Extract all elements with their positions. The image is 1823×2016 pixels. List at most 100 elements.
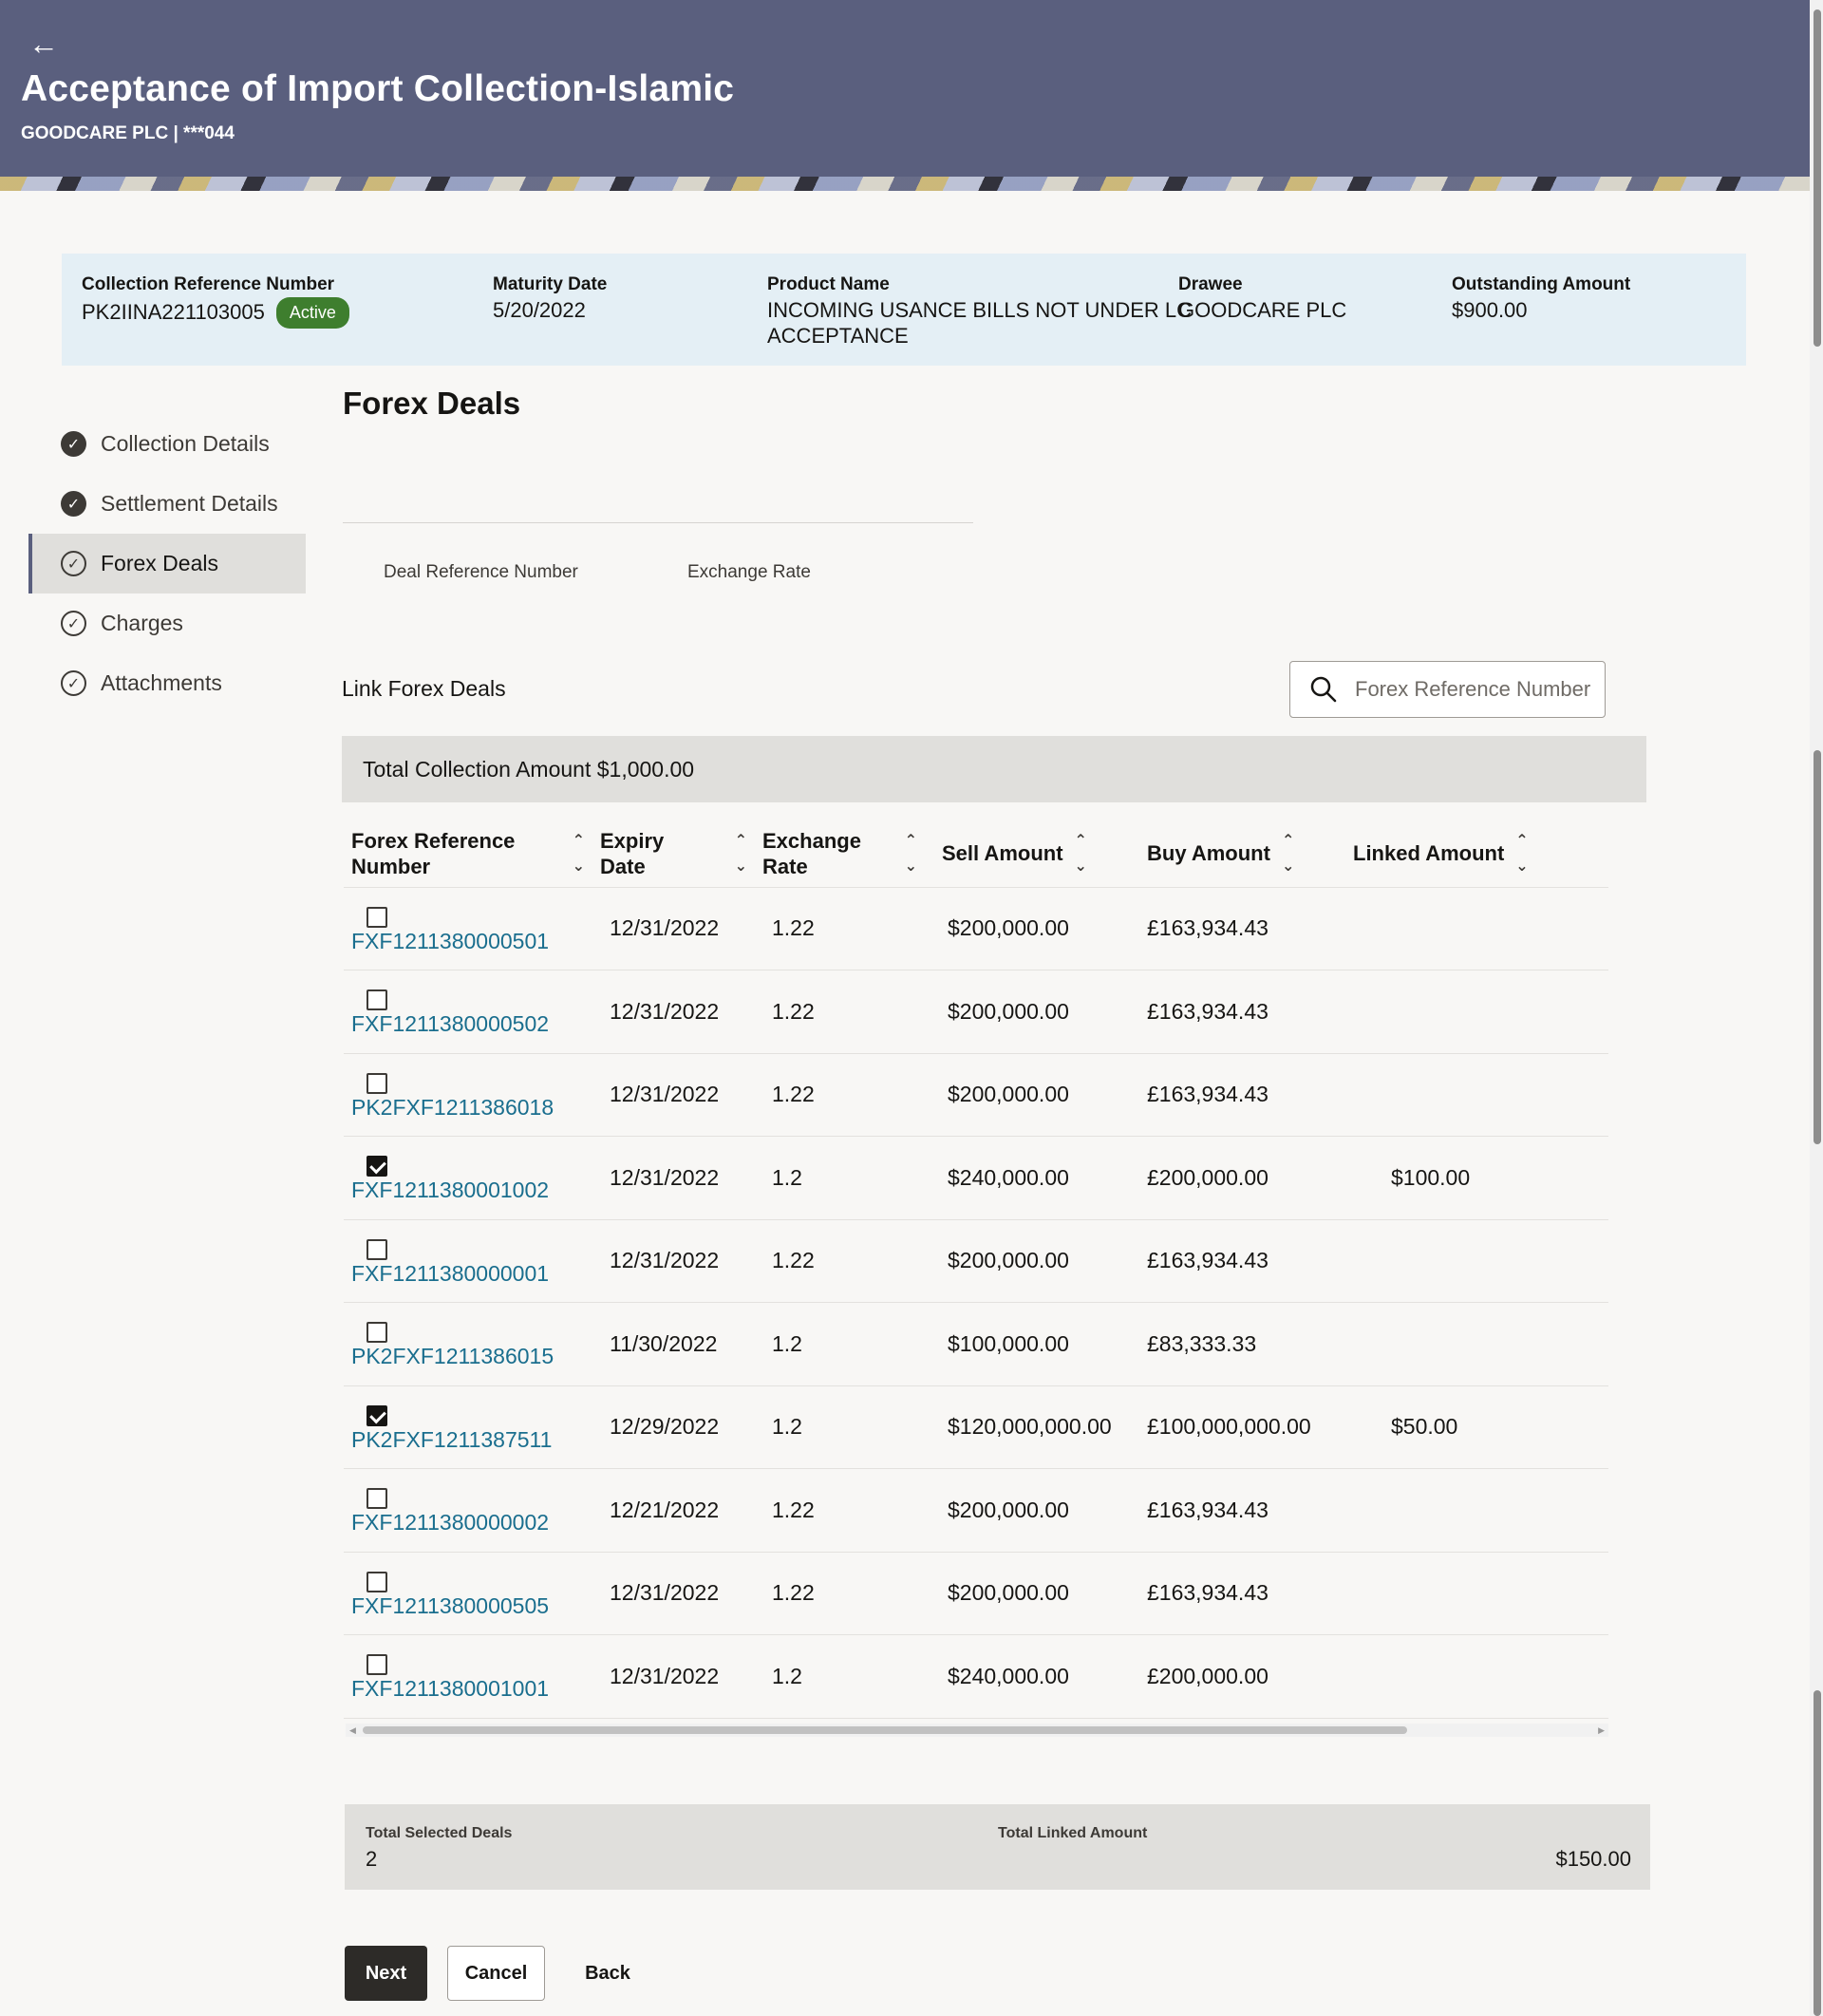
scrollbar-thumb-upper[interactable] bbox=[1814, 9, 1821, 347]
header-decorative-stripe bbox=[0, 177, 1810, 191]
cell-exchange-rate: 1.22 bbox=[755, 1552, 925, 1635]
cell-buy-amount: £163,934.43 bbox=[1130, 887, 1336, 970]
row-checkbox[interactable] bbox=[366, 1156, 387, 1177]
cell-forex-ref: FXF1211380000002 bbox=[344, 1468, 592, 1553]
outstanding-label: Outstanding Amount bbox=[1452, 274, 1631, 294]
row-checkbox[interactable] bbox=[366, 906, 387, 928]
cell-sell-amount: $120,000,000.00 bbox=[925, 1385, 1130, 1469]
nav-item-charges[interactable]: ✓ Charges bbox=[28, 593, 306, 653]
product-block: Product Name INCOMING USANCE BILLS NOT U… bbox=[767, 274, 1192, 349]
col-header-buy-amount[interactable]: Buy Amount ⌃ ⌄ bbox=[1130, 820, 1336, 888]
sort-icon[interactable]: ⌃ ⌄ bbox=[573, 828, 585, 879]
total-selected-label: Total Selected Deals bbox=[366, 1825, 513, 1841]
cell-linked-amount bbox=[1336, 970, 1608, 1054]
cell-expiry: 12/31/2022 bbox=[592, 970, 755, 1054]
row-checkbox[interactable] bbox=[366, 1571, 387, 1592]
cell-linked-amount: $50.00 bbox=[1336, 1385, 1608, 1469]
nav-item-attachments[interactable]: ✓ Attachments bbox=[28, 653, 306, 713]
sort-icon[interactable]: ⌃ ⌄ bbox=[1515, 828, 1528, 879]
table-row: FXF1211380000002 12/21/2022 1.22 $200,000.0… bbox=[344, 1468, 1608, 1553]
back-arrow-icon[interactable]: ← bbox=[28, 28, 59, 59]
row-checkbox[interactable] bbox=[366, 1072, 387, 1094]
forex-ref-link[interactable]: PK2FXF1211387511 bbox=[351, 1427, 552, 1452]
back-button[interactable]: Back bbox=[574, 1946, 641, 2001]
cell-linked-amount bbox=[1336, 887, 1608, 970]
row-checkbox[interactable] bbox=[366, 1404, 387, 1426]
cell-forex-ref: FXF1211380000505 bbox=[344, 1552, 592, 1635]
forex-ref-link[interactable]: FXF1211380000001 bbox=[351, 1261, 549, 1286]
forex-search-box[interactable] bbox=[1289, 661, 1606, 718]
product-value-line1: INCOMING USANCE BILLS NOT UNDER LC bbox=[767, 298, 1193, 322]
forex-ref-link[interactable]: FXF1211380000505 bbox=[351, 1593, 549, 1618]
forex-ref-link[interactable]: PK2FXF1211386015 bbox=[351, 1344, 554, 1368]
cell-linked-amount bbox=[1336, 1053, 1608, 1137]
horizontal-scrollbar[interactable]: ◀ ▶ bbox=[346, 1724, 1608, 1737]
col-header-linked-amount[interactable]: Linked Amount ⌃ ⌄ bbox=[1336, 820, 1608, 888]
cell-linked-amount bbox=[1336, 1219, 1608, 1303]
cell-exchange-rate: 1.22 bbox=[755, 1053, 925, 1137]
forex-ref-link[interactable]: FXF1211380000502 bbox=[351, 1011, 549, 1036]
cell-exchange-rate: 1.22 bbox=[755, 1468, 925, 1553]
cell-exchange-rate: 1.22 bbox=[755, 970, 925, 1054]
scroll-left-icon[interactable]: ◀ bbox=[349, 1724, 356, 1737]
next-button[interactable]: Next bbox=[345, 1946, 427, 2001]
cell-expiry: 12/21/2022 bbox=[592, 1468, 755, 1553]
col-header-exchange-rate[interactable]: Exchange Rate ⌃ ⌄ bbox=[755, 820, 925, 888]
sort-icon[interactable]: ⌃ ⌄ bbox=[1075, 828, 1087, 879]
cell-expiry: 11/30/2022 bbox=[592, 1302, 755, 1386]
sort-icon[interactable]: ⌃ ⌄ bbox=[905, 828, 917, 879]
cell-buy-amount: £163,934.43 bbox=[1130, 970, 1336, 1054]
forex-search-input[interactable] bbox=[1355, 671, 1594, 707]
cell-exchange-rate: 1.2 bbox=[755, 1136, 925, 1220]
table-row: FXF1211380000505 12/31/2022 1.22 $200,000.0… bbox=[344, 1552, 1608, 1635]
search-icon bbox=[1310, 676, 1337, 703]
collection-summary-card: Collection Reference Number PK2IINA22110… bbox=[62, 254, 1746, 366]
sort-icon[interactable]: ⌃ ⌄ bbox=[735, 828, 747, 879]
cancel-button[interactable]: Cancel bbox=[447, 1946, 545, 2001]
cell-buy-amount: £200,000.00 bbox=[1130, 1634, 1336, 1719]
cell-sell-amount: $100,000.00 bbox=[925, 1302, 1130, 1386]
table-row: FXF1211380000501 12/31/2022 1.22 $200,000.0… bbox=[344, 887, 1608, 970]
collection-ref-value: PK2IINA221103005 bbox=[82, 300, 265, 324]
forex-ref-link[interactable]: FXF1211380001002 bbox=[351, 1178, 549, 1202]
forex-ref-link[interactable]: FXF1211380000002 bbox=[351, 1510, 549, 1535]
collection-ref-label: Collection Reference Number bbox=[82, 274, 335, 294]
cell-linked-amount bbox=[1336, 1634, 1608, 1719]
total-linked-label: Total Linked Amount bbox=[998, 1825, 1148, 1841]
cell-forex-ref: PK2FXF1211386018 bbox=[344, 1053, 592, 1137]
cell-buy-amount: £163,934.43 bbox=[1130, 1053, 1336, 1137]
page-title: Acceptance of Import Collection-Islamic bbox=[21, 68, 735, 109]
col-header-expiry[interactable]: Expiry Date ⌃ ⌄ bbox=[592, 820, 755, 888]
nav-item-forex-deals[interactable]: ✓ Forex Deals bbox=[28, 534, 306, 593]
row-checkbox[interactable] bbox=[366, 1654, 387, 1675]
total-linked-value: $150.00 bbox=[1555, 1847, 1631, 1871]
forex-ref-link[interactable]: FXF1211380001001 bbox=[351, 1676, 549, 1701]
drawee-value: GOODCARE PLC bbox=[1178, 298, 1347, 322]
scrollbar-thumb-middle[interactable] bbox=[1814, 750, 1821, 1144]
cell-sell-amount: $200,000.00 bbox=[925, 887, 1130, 970]
cell-buy-amount: £83,333.33 bbox=[1130, 1302, 1336, 1386]
check-circle-outline-icon: ✓ bbox=[61, 611, 86, 636]
forex-ref-link[interactable]: PK2FXF1211386018 bbox=[351, 1095, 554, 1120]
row-checkbox[interactable] bbox=[366, 1238, 387, 1260]
row-checkbox[interactable] bbox=[366, 1488, 387, 1509]
outstanding-block: Outstanding Amount $900.00 bbox=[1452, 274, 1630, 323]
sort-icon[interactable]: ⌃ ⌄ bbox=[1282, 828, 1294, 879]
check-circle-filled-icon: ✓ bbox=[61, 431, 86, 457]
scroll-right-icon[interactable]: ▶ bbox=[1598, 1724, 1605, 1737]
page-subtitle: GOODCARE PLC | ***044 bbox=[21, 123, 235, 143]
nav-item-settlement-details[interactable]: ✓ Settlement Details bbox=[28, 474, 306, 534]
row-checkbox[interactable] bbox=[366, 1322, 387, 1343]
check-circle-outline-icon: ✓ bbox=[61, 551, 86, 576]
row-checkbox[interactable] bbox=[366, 989, 387, 1010]
col-header-forex-ref[interactable]: Forex Reference Number ⌃ ⌄ bbox=[344, 820, 592, 888]
total-collection-bar: Total Collection Amount $1,000.00 bbox=[342, 736, 1646, 802]
scrollbar-thumb-lower[interactable] bbox=[1814, 1690, 1821, 2016]
nav-item-collection-details[interactable]: ✓ Collection Details bbox=[28, 414, 306, 474]
col-header-sell-amount[interactable]: Sell Amount ⌃ ⌄ bbox=[925, 820, 1130, 888]
forex-ref-link[interactable]: FXF1211380000501 bbox=[351, 929, 549, 953]
horizontal-scrollbar-thumb[interactable] bbox=[363, 1726, 1407, 1734]
nav-item-label: Collection Details bbox=[101, 431, 270, 456]
vertical-scrollbar[interactable] bbox=[1810, 0, 1823, 2016]
cell-sell-amount: $200,000.00 bbox=[925, 1552, 1130, 1635]
